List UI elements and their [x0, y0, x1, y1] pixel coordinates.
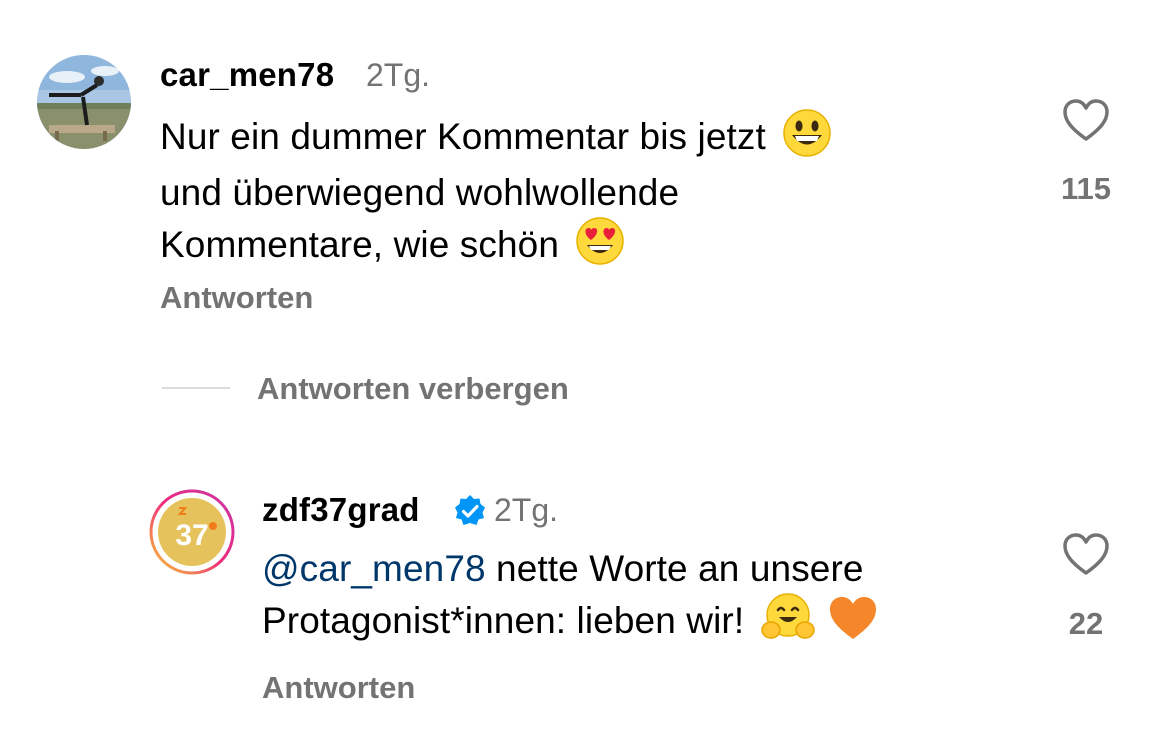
zdf-37-logo-icon: 37 — [149, 489, 235, 575]
comment-text-line-2: Protagonist*innen: lieben wir! — [262, 600, 745, 641]
hide-replies-button[interactable]: Antworten verbergen — [257, 371, 569, 407]
hide-replies-divider — [162, 387, 230, 389]
comment-text-line-1: nette Worte an unsere — [485, 548, 864, 589]
like-count: 22 — [1068, 606, 1104, 641]
hugging-face-icon — [760, 592, 815, 653]
heart-eyes-face-icon — [575, 216, 625, 277]
verified-badge-icon — [453, 494, 487, 533]
reply-button[interactable]: Antworten — [262, 670, 415, 706]
comment-username[interactable]: car_men78 — [160, 56, 334, 94]
comment-text: @car_men78 nette Worte an unsere Protago… — [262, 545, 1022, 653]
comment-text-line: @car_men78 nette Worte an unsere — [262, 545, 1022, 592]
like-button[interactable] — [1062, 532, 1110, 576]
comment-text-line: Kommentare, wie schön — [160, 216, 1000, 277]
profile-photo-icon — [37, 55, 131, 149]
grinning-face-icon — [782, 108, 832, 169]
comment-text-line-1: Nur ein dummer Kommentar bis jetzt — [160, 116, 766, 157]
orange-heart-icon — [827, 594, 879, 653]
like-count: 115 — [1060, 171, 1111, 206]
svg-text:37: 37 — [175, 519, 208, 552]
comment-time: 2Tg. — [494, 492, 559, 528]
comment-text-line: Nur ein dummer Kommentar bis jetzt — [160, 108, 1000, 169]
reply-button[interactable]: Antworten — [160, 280, 313, 316]
comment-text-line-2: und überwiegend wohlwollende — [160, 172, 680, 213]
mention-link[interactable]: @car_men78 — [262, 548, 486, 589]
avatar[interactable]: 37 — [149, 489, 235, 575]
comment-time: 2Tg. — [366, 57, 431, 93]
comment-text-line: Protagonist*innen: lieben wir! — [262, 592, 1022, 653]
comments-page: car_men78 2Tg. Nur ein dummer Kommentar … — [0, 0, 1170, 739]
heart-icon — [1063, 99, 1109, 141]
like-button[interactable] — [1062, 98, 1110, 142]
comment-text: Nur ein dummer Kommentar bis jetzt und ü… — [160, 108, 1000, 277]
comment-username[interactable]: zdf37grad — [262, 491, 420, 529]
heart-icon — [1063, 533, 1109, 575]
avatar[interactable] — [37, 55, 131, 149]
comment-text-line-3: Kommentare, wie schön — [160, 224, 560, 265]
